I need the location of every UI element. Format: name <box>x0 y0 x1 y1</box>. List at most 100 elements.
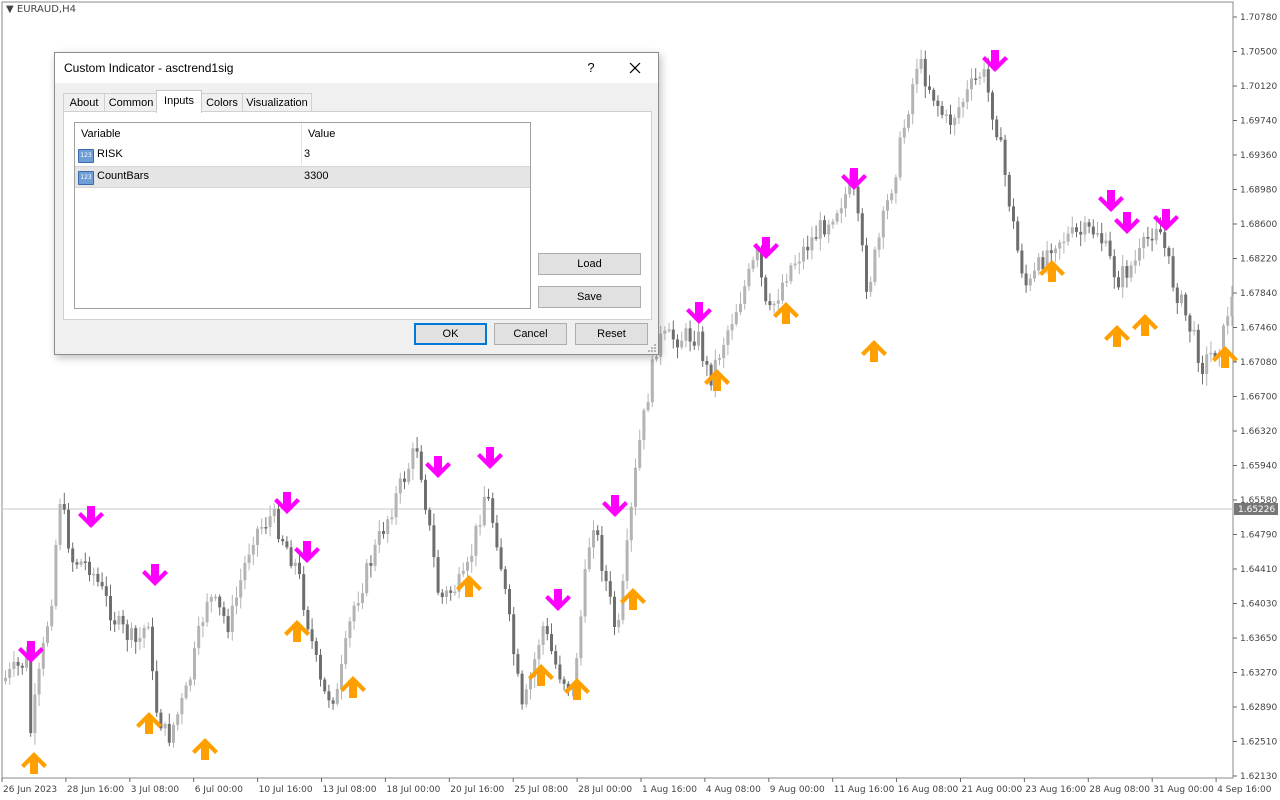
candle <box>117 610 121 631</box>
candle <box>978 72 982 86</box>
candle <box>839 198 843 224</box>
time-tick-label: 13 Jul 08:00 <box>323 785 377 795</box>
number-type-icon: 123 <box>78 149 94 163</box>
candle <box>579 610 583 666</box>
candle <box>466 556 469 578</box>
candle <box>16 657 20 676</box>
candle <box>503 565 507 595</box>
candle <box>188 676 192 692</box>
param-value[interactable]: 3 <box>304 148 310 160</box>
column-header-value[interactable]: Value <box>308 128 335 140</box>
candle <box>453 584 457 596</box>
sell-arrow-icon <box>294 541 320 563</box>
column-header-variable[interactable]: Variable <box>81 128 121 140</box>
time-tick-label: 28 Jul 00:00 <box>578 785 632 795</box>
tab-about[interactable]: About <box>63 93 105 112</box>
current-price-label: 1.65226 <box>1238 505 1275 515</box>
help-button[interactable]: ? <box>577 53 605 83</box>
candle <box>356 591 360 612</box>
candle <box>365 558 369 597</box>
sell-arrow-icon <box>18 641 44 663</box>
candle <box>902 119 906 144</box>
candle <box>41 636 45 677</box>
param-value[interactable]: 3300 <box>304 170 328 182</box>
sell-arrow-icon <box>425 456 451 478</box>
candle <box>873 246 877 286</box>
candle <box>491 492 495 528</box>
candle <box>386 515 390 544</box>
candle <box>235 586 238 615</box>
load-button[interactable]: Load <box>538 253 641 275</box>
candle <box>718 353 721 366</box>
candle <box>155 660 159 717</box>
ok-button[interactable]: OK <box>414 323 487 345</box>
time-tick-label: 18 Jul 00:00 <box>386 785 440 795</box>
candle <box>743 279 747 310</box>
param-row-risk[interactable]: 123 RISK 3 <box>75 145 530 165</box>
candle <box>802 238 805 270</box>
candle <box>1184 292 1188 321</box>
candle <box>898 131 902 181</box>
dialog-titlebar[interactable]: Custom Indicator - asctrend1sig ? <box>55 53 658 83</box>
price-tick-label: 1.68600 <box>1240 220 1277 230</box>
candle <box>1175 283 1179 315</box>
candle <box>1016 216 1020 253</box>
tab-colors[interactable]: Colors <box>201 93 243 112</box>
candle <box>512 606 516 666</box>
candle <box>928 75 931 94</box>
candle <box>436 549 440 596</box>
cancel-button[interactable]: Cancel <box>494 323 567 345</box>
candle <box>680 331 684 350</box>
candle <box>109 584 112 631</box>
candle <box>75 558 79 569</box>
custom-indicator-dialog: Custom Indicator - asctrend1sig ? About … <box>54 52 659 355</box>
candle <box>642 408 646 450</box>
candle <box>432 513 436 568</box>
candle <box>739 291 742 316</box>
candle <box>176 711 180 731</box>
tab-visualization[interactable]: Visualization <box>242 93 312 112</box>
candle <box>12 651 16 677</box>
candle <box>982 62 986 83</box>
price-tick-label: 1.62510 <box>1240 738 1277 748</box>
symbol-label[interactable]: ▼ EURAUD,H4 <box>6 4 76 15</box>
param-name: CountBars <box>97 170 149 182</box>
tab-inputs[interactable]: Inputs <box>156 90 202 113</box>
price-tick-label: 1.64030 <box>1240 600 1277 610</box>
candle <box>222 601 226 624</box>
candle <box>1096 221 1099 238</box>
candle <box>1154 219 1158 245</box>
time-tick-label: 1 Aug 16:00 <box>642 785 697 795</box>
buy-arrow-icon <box>861 340 887 362</box>
buy-arrow-icon <box>1132 314 1158 336</box>
candle <box>881 206 885 249</box>
candle <box>995 115 999 141</box>
param-row-countbars[interactable]: 123 CountBars 3300 <box>75 166 530 188</box>
resize-grip-icon[interactable] <box>648 344 656 352</box>
save-button[interactable]: Save <box>538 286 641 308</box>
candle <box>214 594 217 601</box>
sell-arrow-icon <box>1153 209 1179 231</box>
price-tick-label: 1.68980 <box>1240 186 1277 196</box>
candle <box>319 648 322 687</box>
candle <box>369 555 373 578</box>
candle <box>965 80 969 110</box>
candle <box>541 621 545 655</box>
reset-button[interactable]: Reset <box>575 323 648 345</box>
candle <box>335 683 339 707</box>
candle <box>781 274 784 304</box>
candle <box>1226 306 1230 335</box>
price-tick-label: 1.64410 <box>1240 565 1277 575</box>
candle <box>1104 232 1108 247</box>
param-name: RISK <box>97 148 123 160</box>
close-button[interactable] <box>621 53 649 83</box>
candle <box>663 326 667 341</box>
candle <box>403 471 406 490</box>
tab-common[interactable]: Common <box>104 93 158 112</box>
candle <box>487 488 490 501</box>
candle <box>277 500 280 543</box>
price-tick-label: 1.62890 <box>1240 703 1277 713</box>
time-tick-label: 9 Aug 00:00 <box>770 785 825 795</box>
candle <box>730 313 734 340</box>
buy-arrow-icon <box>1212 346 1238 368</box>
